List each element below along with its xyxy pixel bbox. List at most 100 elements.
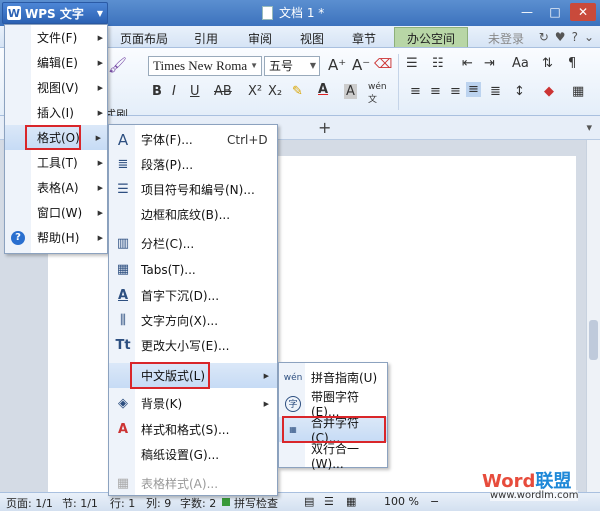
app-menu-button[interactable]: W WPS 文字 ▼: [2, 2, 108, 24]
submenu-arrow-icon: ▶: [97, 83, 103, 92]
enclosed-char-icon: 字: [285, 395, 301, 412]
menu-item-table[interactable]: 表格(A) ▶: [5, 175, 109, 200]
italic-icon[interactable]: I: [172, 84, 176, 99]
submenu-arrow-icon: ▶: [97, 233, 103, 242]
phonetic-guide-icon[interactable]: wén 文: [368, 82, 387, 105]
menu-item-window[interactable]: 窗口(W) ▶: [5, 200, 109, 225]
borders-icon[interactable]: ▦: [572, 84, 584, 99]
login-link[interactable]: 未登录: [488, 30, 524, 47]
vertical-scrollbar[interactable]: [586, 140, 600, 492]
bullet-list-icon[interactable]: ☰: [406, 56, 418, 71]
outline-view-icon[interactable]: ☰: [324, 495, 334, 508]
increase-indent-icon[interactable]: ⇥: [484, 56, 495, 71]
background-icon: ◈: [118, 396, 128, 411]
underline-icon[interactable]: U: [190, 84, 200, 99]
menu-item-columns[interactable]: ▥ 分栏(C)...: [109, 231, 277, 256]
app-name: WPS 文字: [25, 6, 84, 21]
chevron-down-icon[interactable]: ⌄: [584, 30, 594, 44]
status-row: 行: 1: [110, 497, 136, 510]
font-name-select[interactable]: Times New Roma ▼: [148, 56, 262, 76]
tab-references[interactable]: 引用: [194, 30, 218, 47]
menu-item-bullets-numbering[interactable]: ☰ 项目符号和编号(N)...: [109, 177, 277, 202]
help-icon[interactable]: ?: [572, 30, 578, 44]
superscript-icon[interactable]: X²: [248, 84, 262, 99]
grow-font-icon[interactable]: A⁺: [328, 56, 346, 74]
clear-format-icon[interactable]: ⌫: [374, 57, 392, 72]
wps-main-menu: 文件(F) ▶ 编辑(E) ▶ 视图(V) ▶ 插入(I) ▶ 格式(O) ▶ …: [4, 24, 108, 254]
web-view-icon[interactable]: ▦: [346, 495, 356, 508]
bold-icon[interactable]: B: [152, 84, 162, 99]
menu-item-enclosed-characters[interactable]: 字 带圈字符(E)...: [279, 390, 387, 419]
justify-icon[interactable]: ≡: [466, 82, 481, 97]
show-marks-icon[interactable]: ¶: [568, 56, 576, 71]
highlight-icon[interactable]: ✎: [292, 84, 303, 99]
submenu-arrow-icon: ▶: [95, 133, 101, 142]
help-icon: ?: [11, 230, 25, 245]
align-center-icon[interactable]: ≡: [430, 84, 441, 99]
menu-item-tools[interactable]: 工具(T) ▶: [5, 150, 109, 175]
change-case-icon[interactable]: Aa: [512, 56, 529, 71]
menu-item-edit[interactable]: 编辑(E) ▶: [5, 50, 109, 75]
new-tab-plus-icon[interactable]: +: [318, 118, 331, 137]
font-size-value: 五号: [269, 59, 294, 73]
menu-item-change-case[interactable]: Tt 更改大小写(E)...: [109, 333, 277, 358]
tab-options-icon[interactable]: ▾: [586, 121, 592, 134]
format-highlight-box: [25, 125, 81, 150]
close-button[interactable]: ✕: [570, 3, 596, 21]
menu-item-background[interactable]: ◈ 背景(K) ▶: [109, 391, 277, 416]
menu-item-text-direction[interactable]: ⫼ 文字方向(X)...: [109, 308, 277, 333]
tab-sections[interactable]: 章节: [352, 30, 376, 47]
align-left-icon[interactable]: ≡: [410, 84, 421, 99]
tab-page-layout[interactable]: 页面布局: [120, 30, 168, 47]
menu-item-tabs[interactable]: ▦ Tabs(T)...: [109, 257, 277, 282]
align-right-icon[interactable]: ≡: [450, 84, 461, 99]
chinese-layout-highlight-box: [130, 362, 210, 389]
shirt-icon[interactable]: ♥: [555, 30, 566, 44]
format-painter-icon[interactable]: 🖌: [108, 56, 127, 74]
page-view-icon[interactable]: ▤: [304, 495, 314, 508]
tab-office-space[interactable]: 办公空间: [394, 27, 469, 47]
menu-item-two-lines-in-one[interactable]: 双行合一(W)...: [279, 442, 387, 471]
scrollbar-thumb[interactable]: [589, 320, 598, 360]
tab-view[interactable]: 视图: [300, 30, 324, 47]
menu-item-file[interactable]: 文件(F) ▶: [5, 25, 109, 50]
status-zoom[interactable]: 100 %: [384, 495, 419, 508]
tab-review[interactable]: 审阅: [248, 30, 272, 47]
maximize-button[interactable]: □: [542, 3, 568, 21]
char-shading-icon[interactable]: A: [344, 84, 357, 99]
sync-icon[interactable]: ↻: [539, 30, 549, 44]
zoom-out-icon[interactable]: −: [430, 495, 439, 508]
menu-item-insert[interactable]: 插入(I) ▶: [5, 100, 109, 125]
bullets-icon: ☰: [117, 182, 129, 197]
line-spacing-icon[interactable]: ↕: [514, 84, 525, 99]
menu-item-help[interactable]: ? 帮助(H) ▶: [5, 225, 109, 250]
sort-icon[interactable]: ⇅: [542, 56, 553, 71]
document-icon: [262, 5, 273, 20]
minimize-button[interactable]: —: [514, 3, 540, 21]
menu-item-manuscript-paper[interactable]: 稿纸设置(G)...: [109, 442, 277, 467]
strikethrough-icon[interactable]: AB: [214, 84, 232, 99]
font-name-value: Times New Roma: [153, 58, 248, 73]
menu-item-drop-cap[interactable]: A 首字下沉(D)...: [109, 283, 277, 308]
status-spell-check[interactable]: 拼写检查: [234, 495, 278, 511]
menu-item-styles-formatting[interactable]: A 样式和格式(S)...: [109, 417, 277, 442]
submenu-arrow-icon: ▶: [97, 183, 103, 192]
combine-characters-highlight-box: [282, 416, 386, 443]
subscript-icon[interactable]: X₂: [268, 84, 282, 99]
paragraph-shading-icon[interactable]: ◆: [544, 84, 554, 99]
wps-logo-icon: W: [7, 6, 21, 20]
decrease-indent-icon[interactable]: ⇤: [462, 56, 473, 71]
font-color-icon[interactable]: A: [318, 82, 328, 97]
menu-item-view[interactable]: 视图(V) ▶: [5, 75, 109, 100]
font-icon: A: [117, 130, 129, 149]
status-words: 字数: 2: [180, 497, 217, 510]
menu-item-borders-shading[interactable]: 边框和底纹(B)...: [109, 202, 277, 227]
font-size-select[interactable]: 五号 ▼: [264, 56, 320, 76]
menu-item-font[interactable]: A 字体(F)... Ctrl+D: [109, 127, 277, 152]
numbered-list-icon[interactable]: ☷: [432, 56, 444, 71]
distribute-icon[interactable]: ≣: [490, 84, 501, 99]
table-style-icon: ▦: [116, 476, 130, 491]
menu-item-pinyin-guide[interactable]: wén 拼音指南(U): [279, 365, 387, 390]
menu-item-paragraph[interactable]: ≣ 段落(P)...: [109, 152, 277, 177]
shrink-font-icon[interactable]: A⁻: [352, 56, 370, 74]
